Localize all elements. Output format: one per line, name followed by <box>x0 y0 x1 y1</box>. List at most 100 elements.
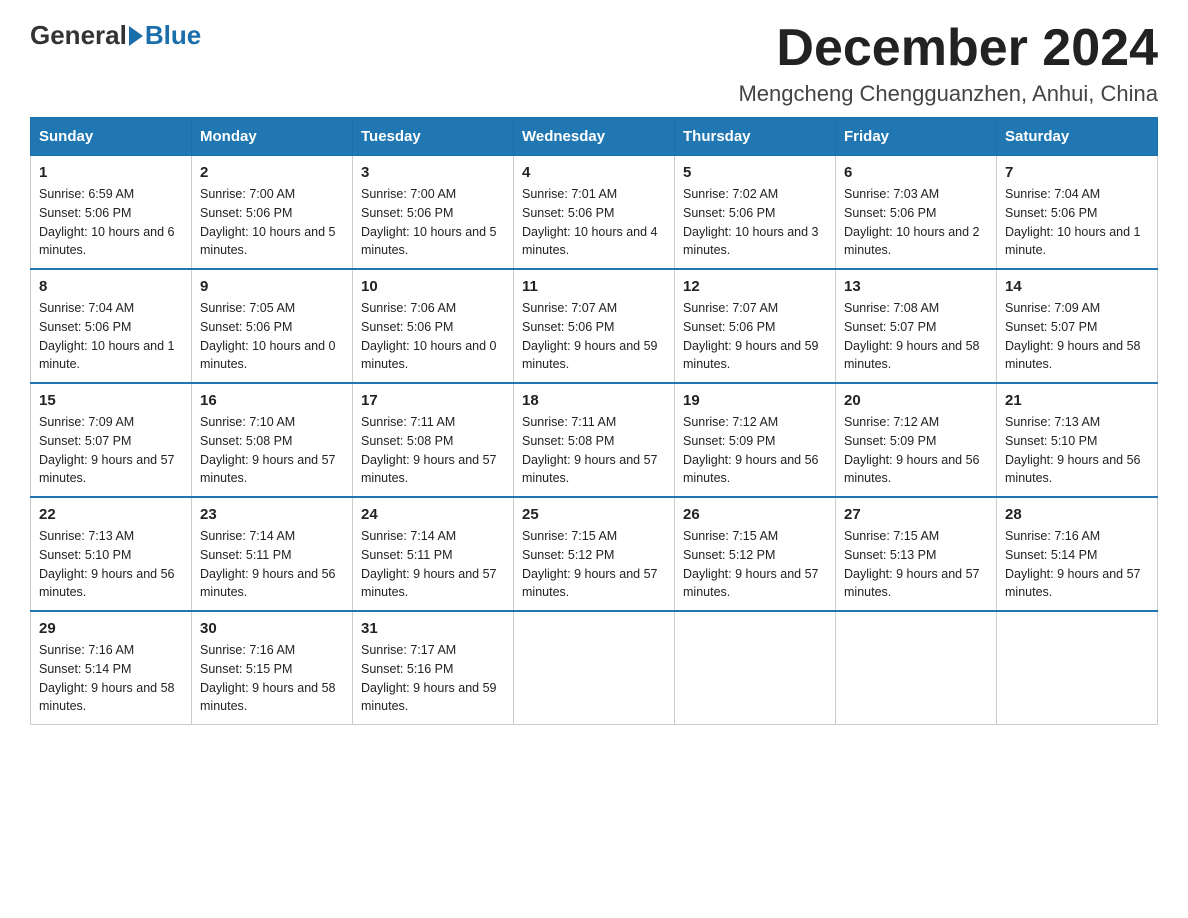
day-number: 8 <box>39 278 183 295</box>
calendar-cell: 12 Sunrise: 7:07 AMSunset: 5:06 PMDaylig… <box>675 269 836 383</box>
day-number: 3 <box>361 164 505 181</box>
week-row-2: 8 Sunrise: 7:04 AMSunset: 5:06 PMDayligh… <box>31 269 1158 383</box>
day-number: 2 <box>200 164 344 181</box>
day-number: 24 <box>361 506 505 523</box>
calendar-cell: 9 Sunrise: 7:05 AMSunset: 5:06 PMDayligh… <box>192 269 353 383</box>
day-info: Sunrise: 7:13 AMSunset: 5:10 PMDaylight:… <box>39 529 175 599</box>
calendar-cell: 3 Sunrise: 7:00 AMSunset: 5:06 PMDayligh… <box>353 156 514 270</box>
day-info: Sunrise: 7:12 AMSunset: 5:09 PMDaylight:… <box>683 415 819 485</box>
calendar-cell: 19 Sunrise: 7:12 AMSunset: 5:09 PMDaylig… <box>675 383 836 497</box>
calendar-cell: 16 Sunrise: 7:10 AMSunset: 5:08 PMDaylig… <box>192 383 353 497</box>
calendar-table: Sunday Monday Tuesday Wednesday Thursday… <box>30 117 1158 725</box>
calendar-cell: 25 Sunrise: 7:15 AMSunset: 5:12 PMDaylig… <box>514 497 675 611</box>
day-number: 30 <box>200 620 344 637</box>
day-info: Sunrise: 7:05 AMSunset: 5:06 PMDaylight:… <box>200 301 336 371</box>
calendar-cell <box>675 611 836 725</box>
col-tuesday: Tuesday <box>353 118 514 156</box>
calendar-cell <box>514 611 675 725</box>
calendar-cell: 15 Sunrise: 7:09 AMSunset: 5:07 PMDaylig… <box>31 383 192 497</box>
day-info: Sunrise: 7:06 AMSunset: 5:06 PMDaylight:… <box>361 301 497 371</box>
calendar-header: Sunday Monday Tuesday Wednesday Thursday… <box>31 118 1158 156</box>
day-info: Sunrise: 7:15 AMSunset: 5:13 PMDaylight:… <box>844 529 980 599</box>
calendar-cell: 31 Sunrise: 7:17 AMSunset: 5:16 PMDaylig… <box>353 611 514 725</box>
col-sunday: Sunday <box>31 118 192 156</box>
day-number: 22 <box>39 506 183 523</box>
week-row-1: 1 Sunrise: 6:59 AMSunset: 5:06 PMDayligh… <box>31 156 1158 270</box>
day-number: 15 <box>39 392 183 409</box>
day-number: 27 <box>844 506 988 523</box>
calendar-cell: 1 Sunrise: 6:59 AMSunset: 5:06 PMDayligh… <box>31 156 192 270</box>
calendar-cell: 10 Sunrise: 7:06 AMSunset: 5:06 PMDaylig… <box>353 269 514 383</box>
day-info: Sunrise: 7:08 AMSunset: 5:07 PMDaylight:… <box>844 301 980 371</box>
calendar-cell: 30 Sunrise: 7:16 AMSunset: 5:15 PMDaylig… <box>192 611 353 725</box>
day-number: 20 <box>844 392 988 409</box>
day-number: 18 <box>522 392 666 409</box>
day-info: Sunrise: 7:03 AMSunset: 5:06 PMDaylight:… <box>844 187 980 257</box>
calendar-cell: 6 Sunrise: 7:03 AMSunset: 5:06 PMDayligh… <box>836 156 997 270</box>
col-thursday: Thursday <box>675 118 836 156</box>
calendar-cell <box>997 611 1158 725</box>
calendar-cell <box>836 611 997 725</box>
week-row-3: 15 Sunrise: 7:09 AMSunset: 5:07 PMDaylig… <box>31 383 1158 497</box>
day-info: Sunrise: 7:10 AMSunset: 5:08 PMDaylight:… <box>200 415 336 485</box>
calendar-title: December 2024 <box>738 20 1158 77</box>
page-header: General Blue December 2024 Mengcheng Che… <box>30 20 1158 107</box>
calendar-cell: 18 Sunrise: 7:11 AMSunset: 5:08 PMDaylig… <box>514 383 675 497</box>
calendar-cell: 20 Sunrise: 7:12 AMSunset: 5:09 PMDaylig… <box>836 383 997 497</box>
day-number: 7 <box>1005 164 1149 181</box>
day-number: 19 <box>683 392 827 409</box>
day-number: 21 <box>1005 392 1149 409</box>
day-info: Sunrise: 7:12 AMSunset: 5:09 PMDaylight:… <box>844 415 980 485</box>
calendar-cell: 29 Sunrise: 7:16 AMSunset: 5:14 PMDaylig… <box>31 611 192 725</box>
day-info: Sunrise: 7:00 AMSunset: 5:06 PMDaylight:… <box>361 187 497 257</box>
day-info: Sunrise: 7:02 AMSunset: 5:06 PMDaylight:… <box>683 187 819 257</box>
day-number: 31 <box>361 620 505 637</box>
day-number: 11 <box>522 278 666 295</box>
day-info: Sunrise: 7:11 AMSunset: 5:08 PMDaylight:… <box>361 415 497 485</box>
logo-triangle-icon <box>129 26 143 46</box>
calendar-cell: 11 Sunrise: 7:07 AMSunset: 5:06 PMDaylig… <box>514 269 675 383</box>
calendar-cell: 22 Sunrise: 7:13 AMSunset: 5:10 PMDaylig… <box>31 497 192 611</box>
day-number: 1 <box>39 164 183 181</box>
title-area: December 2024 Mengcheng Chengguanzhen, A… <box>738 20 1158 107</box>
day-number: 16 <box>200 392 344 409</box>
calendar-cell: 17 Sunrise: 7:11 AMSunset: 5:08 PMDaylig… <box>353 383 514 497</box>
day-info: Sunrise: 7:14 AMSunset: 5:11 PMDaylight:… <box>361 529 497 599</box>
calendar-cell: 28 Sunrise: 7:16 AMSunset: 5:14 PMDaylig… <box>997 497 1158 611</box>
day-info: Sunrise: 7:01 AMSunset: 5:06 PMDaylight:… <box>522 187 658 257</box>
calendar-cell: 7 Sunrise: 7:04 AMSunset: 5:06 PMDayligh… <box>997 156 1158 270</box>
calendar-cell: 24 Sunrise: 7:14 AMSunset: 5:11 PMDaylig… <box>353 497 514 611</box>
logo-general-text: General <box>30 20 127 51</box>
calendar-body: 1 Sunrise: 6:59 AMSunset: 5:06 PMDayligh… <box>31 156 1158 725</box>
calendar-cell: 13 Sunrise: 7:08 AMSunset: 5:07 PMDaylig… <box>836 269 997 383</box>
col-wednesday: Wednesday <box>514 118 675 156</box>
day-info: Sunrise: 7:16 AMSunset: 5:14 PMDaylight:… <box>39 643 175 713</box>
calendar-cell: 21 Sunrise: 7:13 AMSunset: 5:10 PMDaylig… <box>997 383 1158 497</box>
day-info: Sunrise: 6:59 AMSunset: 5:06 PMDaylight:… <box>39 187 175 257</box>
day-info: Sunrise: 7:07 AMSunset: 5:06 PMDaylight:… <box>683 301 819 371</box>
day-number: 14 <box>1005 278 1149 295</box>
day-number: 28 <box>1005 506 1149 523</box>
day-info: Sunrise: 7:04 AMSunset: 5:06 PMDaylight:… <box>1005 187 1141 257</box>
day-info: Sunrise: 7:09 AMSunset: 5:07 PMDaylight:… <box>1005 301 1141 371</box>
day-info: Sunrise: 7:00 AMSunset: 5:06 PMDaylight:… <box>200 187 336 257</box>
day-number: 13 <box>844 278 988 295</box>
day-info: Sunrise: 7:07 AMSunset: 5:06 PMDaylight:… <box>522 301 658 371</box>
day-number: 6 <box>844 164 988 181</box>
logo: General Blue <box>30 20 201 51</box>
day-info: Sunrise: 7:15 AMSunset: 5:12 PMDaylight:… <box>522 529 658 599</box>
day-info: Sunrise: 7:11 AMSunset: 5:08 PMDaylight:… <box>522 415 658 485</box>
header-row: Sunday Monday Tuesday Wednesday Thursday… <box>31 118 1158 156</box>
day-number: 12 <box>683 278 827 295</box>
calendar-cell: 26 Sunrise: 7:15 AMSunset: 5:12 PMDaylig… <box>675 497 836 611</box>
day-info: Sunrise: 7:15 AMSunset: 5:12 PMDaylight:… <box>683 529 819 599</box>
day-info: Sunrise: 7:13 AMSunset: 5:10 PMDaylight:… <box>1005 415 1141 485</box>
calendar-cell: 5 Sunrise: 7:02 AMSunset: 5:06 PMDayligh… <box>675 156 836 270</box>
day-number: 25 <box>522 506 666 523</box>
day-number: 26 <box>683 506 827 523</box>
calendar-cell: 4 Sunrise: 7:01 AMSunset: 5:06 PMDayligh… <box>514 156 675 270</box>
col-friday: Friday <box>836 118 997 156</box>
day-number: 23 <box>200 506 344 523</box>
day-info: Sunrise: 7:16 AMSunset: 5:15 PMDaylight:… <box>200 643 336 713</box>
calendar-cell: 8 Sunrise: 7:04 AMSunset: 5:06 PMDayligh… <box>31 269 192 383</box>
